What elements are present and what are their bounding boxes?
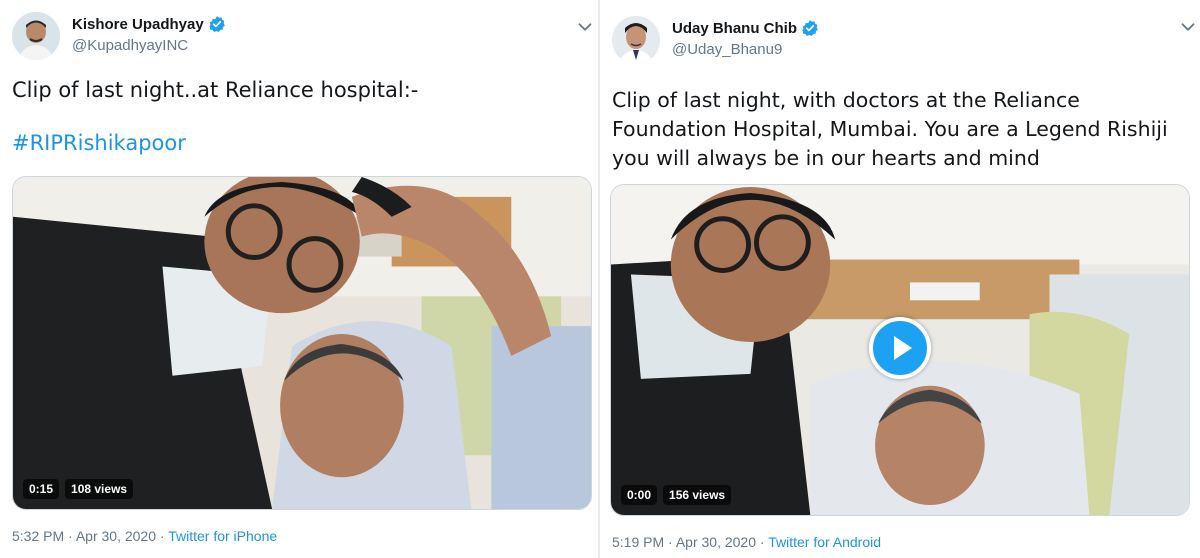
video-overlay: 0:15 108 views bbox=[23, 479, 134, 499]
tweet-header: Uday Bhanu Chib @Uday_Bhanu9 bbox=[612, 16, 1200, 68]
tweet-header: Kishore Upadhyay @KupadhyayINC bbox=[12, 12, 610, 64]
verified-badge-icon bbox=[801, 19, 819, 37]
meta-separator: · bbox=[759, 534, 765, 550]
avatar[interactable] bbox=[12, 12, 60, 60]
tweet-source-link[interactable]: Twitter for Android bbox=[768, 534, 881, 550]
tweet-text-line: you will always be in our hearts and min… bbox=[612, 146, 1040, 170]
play-icon bbox=[894, 336, 912, 360]
tweet-card-left[interactable]: Kishore Upadhyay @KupadhyayINC Clip of l… bbox=[0, 0, 598, 558]
tweet-date[interactable]: Apr 30, 2020 bbox=[76, 528, 156, 544]
tweet-date[interactable]: Apr 30, 2020 bbox=[676, 534, 756, 550]
video-views: 108 views bbox=[65, 479, 134, 499]
video-player[interactable]: 0:15 108 views bbox=[12, 176, 592, 510]
meta-separator: · bbox=[159, 528, 165, 544]
author-names: Kishore Upadhyay @KupadhyayINC bbox=[72, 14, 226, 54]
verified-badge-icon bbox=[208, 15, 226, 33]
video-time: 0:15 bbox=[23, 479, 60, 499]
video-time: 0:00 bbox=[621, 485, 658, 505]
chevron-down-icon[interactable] bbox=[1177, 16, 1199, 38]
tweet-text: Clip of last night, with doctors at the … bbox=[612, 86, 1168, 173]
display-name[interactable]: Kishore Upadhyay bbox=[72, 16, 204, 33]
tweet-time[interactable]: 5:32 PM bbox=[12, 528, 64, 544]
author-names: Uday Bhanu Chib @Uday_Bhanu9 bbox=[672, 18, 819, 58]
handle[interactable]: @Uday_Bhanu9 bbox=[672, 41, 819, 58]
tweet-text-line: Clip of last night, with doctors at the … bbox=[612, 88, 1080, 112]
tweet-card-right[interactable]: Uday Bhanu Chib @Uday_Bhanu9 Clip of las… bbox=[598, 0, 1200, 558]
avatar[interactable] bbox=[612, 16, 660, 64]
play-button[interactable] bbox=[869, 317, 931, 379]
tweet-source-link[interactable]: Twitter for iPhone bbox=[168, 528, 277, 544]
tweet-metadata: 5:19 PM · Apr 30, 2020 · Twitter for And… bbox=[612, 534, 881, 550]
tweet-metadata: 5:32 PM · Apr 30, 2020 · Twitter for iPh… bbox=[12, 528, 277, 544]
meta-separator: · bbox=[668, 534, 673, 550]
chevron-down-icon[interactable] bbox=[574, 16, 596, 38]
video-overlay: 0:00 156 views bbox=[621, 485, 732, 505]
display-name[interactable]: Uday Bhanu Chib bbox=[672, 20, 797, 37]
tweet-text-line: Foundation Hospital, Mumbai. You are a L… bbox=[612, 117, 1168, 141]
video-player[interactable]: 0:00 156 views bbox=[610, 184, 1190, 516]
video-views: 156 views bbox=[663, 485, 732, 505]
tweet-time[interactable]: 5:19 PM bbox=[612, 534, 664, 550]
handle[interactable]: @KupadhyayINC bbox=[72, 37, 226, 54]
tweet-text-line: Clip of last night..at Reliance hospital… bbox=[12, 78, 419, 102]
tweet-text: Clip of last night..at Reliance hospital… bbox=[12, 76, 418, 158]
hashtag-link[interactable]: #RIPRishikapoor bbox=[12, 129, 418, 158]
video-thumbnail bbox=[13, 177, 591, 509]
meta-separator: · bbox=[68, 528, 73, 544]
